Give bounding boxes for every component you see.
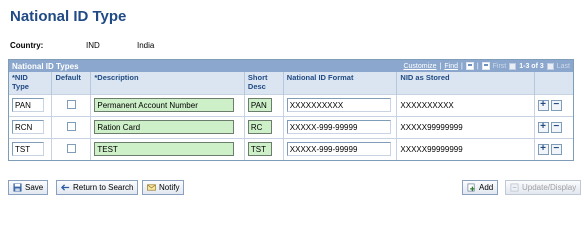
save-button[interactable]: Save (8, 180, 49, 195)
prev-arrow-icon[interactable] (509, 62, 517, 70)
short-desc-field[interactable]: RC (247, 120, 272, 134)
return-to-search-button[interactable]: Return to Search (56, 180, 139, 195)
notify-icon (147, 184, 156, 191)
update-display-button[interactable]: Update/Display (505, 180, 582, 195)
nid-as-stored-value: XXXXX99999999 (396, 115, 535, 138)
nid-type-field[interactable]: PAN (12, 98, 44, 112)
update-icon (510, 183, 519, 192)
grid-table: *NID Type Default *Description Short Des… (9, 72, 573, 160)
default-checkbox[interactable] (66, 99, 76, 109)
grid-title: National ID Types (12, 61, 79, 71)
return-to-search-label: Return to Search (73, 183, 134, 192)
table-row: RCN Ration Card RC XXXXX-999-99999 XXXXX… (9, 115, 573, 138)
minus-icon[interactable]: − (550, 121, 562, 133)
notify-button[interactable]: Notify (142, 180, 185, 195)
col-description: *Description (90, 72, 245, 94)
table-row: PAN Permanent Account Number PAN XXXXXXX… (9, 93, 573, 116)
country-code: IND (86, 41, 100, 50)
minus-icon[interactable]: − (550, 99, 562, 111)
find-link[interactable]: Find (444, 63, 458, 70)
short-desc-field[interactable]: PAN (247, 98, 272, 112)
description-field[interactable]: Ration Card (94, 120, 235, 134)
minus-icon[interactable]: − (550, 143, 562, 155)
col-nid-type: *NID Type (9, 72, 53, 94)
add-label: Add (479, 183, 494, 192)
national-id-types-grid: National ID Types Customize | Find | | F… (8, 59, 574, 161)
short-desc-field[interactable]: TST (247, 142, 272, 157)
table-row: TST TEST TST XXXXX-999-99999 XXXXX999999… (9, 137, 573, 160)
national-id-format-field[interactable]: XXXXX-999-99999 (286, 120, 391, 134)
description-field[interactable]: TEST (94, 142, 235, 157)
national-id-format-field[interactable]: XXXXXXXXXX (286, 98, 391, 112)
nid-type-field[interactable]: RCN (12, 120, 44, 134)
add-button[interactable]: Add (462, 180, 499, 195)
country-name: India (137, 41, 155, 50)
page-title: National ID Type (10, 8, 127, 25)
first-link[interactable]: First (493, 63, 507, 70)
plus-icon[interactable]: + (537, 143, 549, 155)
plus-icon[interactable]: + (537, 99, 549, 111)
col-national-id-format: National ID Format (283, 72, 398, 94)
return-icon (61, 184, 70, 191)
next-arrow-icon[interactable] (546, 62, 554, 70)
save-icon (13, 183, 22, 192)
default-checkbox[interactable] (66, 143, 76, 153)
col-default: Default (51, 72, 92, 94)
nid-as-stored-value: XXXXX99999999 (396, 137, 535, 160)
customize-link[interactable]: Customize (403, 63, 436, 70)
nid-as-stored-value: XXXXXXXXXX (396, 93, 535, 116)
national-id-format-field[interactable]: XXXXX-999-99999 (286, 142, 391, 157)
notify-label: Notify (159, 183, 180, 192)
default-checkbox[interactable] (66, 121, 76, 131)
save-label: Save (25, 183, 44, 192)
col-nid-as-stored: NID as Stored (396, 72, 535, 94)
row-range: 1-3 of 3 (519, 62, 544, 70)
country-label: Country: (10, 41, 44, 50)
update-display-label: Update/Display (522, 183, 577, 192)
plus-icon[interactable]: + (537, 121, 549, 133)
last-link[interactable]: Last (557, 63, 570, 70)
grid-navigation: Customize | Find | | First 1-3 of 3 Last (403, 62, 570, 70)
download-icon[interactable] (481, 62, 490, 70)
col-short-desc: Short Desc (244, 72, 284, 94)
view-all-icon[interactable] (465, 62, 474, 70)
description-field[interactable]: Permanent Account Number (94, 98, 235, 112)
nid-type-field[interactable]: TST (12, 142, 44, 157)
grid-header: National ID Types Customize | Find | | F… (9, 60, 573, 72)
add-icon (467, 183, 475, 192)
